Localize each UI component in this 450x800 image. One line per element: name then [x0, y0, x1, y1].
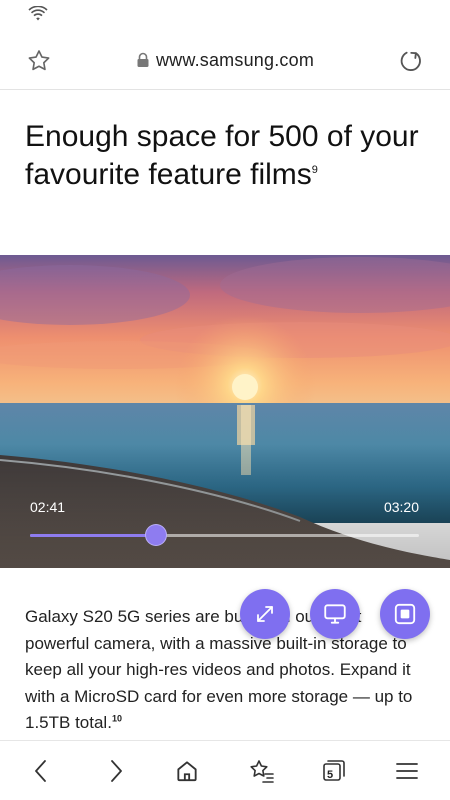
- wifi-icon: [28, 6, 48, 21]
- star-icon: [28, 50, 50, 71]
- article-body: Galaxy S20 5G series are built with our …: [25, 604, 430, 737]
- sunset-video-frame: [0, 255, 450, 568]
- video-total-time: 03:20: [383, 499, 419, 515]
- body-footnote[interactable]: 10: [112, 713, 122, 723]
- forward-icon: [111, 760, 122, 782]
- screen-mirror-icon: [324, 604, 346, 624]
- popup-player-icon: [394, 603, 416, 625]
- tabs-count: 5: [326, 769, 334, 781]
- popup-player-button[interactable]: [380, 589, 430, 639]
- status-bar: [0, 0, 450, 30]
- address-bar: www.samsung.com: [0, 30, 450, 90]
- url-field[interactable]: www.samsung.com: [100, 47, 350, 73]
- lock-icon: [137, 52, 149, 67]
- tabs-button[interactable]: 5: [316, 755, 350, 787]
- url-text: www.samsung.com: [155, 49, 315, 70]
- screen-mirror-button[interactable]: [310, 589, 360, 639]
- menu-button[interactable]: [390, 755, 424, 787]
- home-button[interactable]: [170, 755, 204, 787]
- home-icon: [177, 761, 197, 782]
- fullscreen-button[interactable]: [240, 589, 290, 639]
- expand-icon: [257, 606, 273, 622]
- video-progress-fill: [30, 534, 157, 537]
- back-button[interactable]: [24, 755, 58, 787]
- video-player[interactable]: 02:41 03:20: [0, 255, 450, 568]
- bookmarks-button[interactable]: [245, 755, 279, 787]
- bottom-navigation: 5: [0, 740, 450, 800]
- forward-button[interactable]: [99, 755, 133, 787]
- bookmark-star-button[interactable]: [24, 46, 54, 76]
- page-headline: Enough space for 500 of your favourite f…: [25, 118, 425, 194]
- bookmarks-icon: [250, 760, 274, 783]
- headline-text: Enough space for 500 of your favourite f…: [25, 120, 419, 191]
- menu-icon: [396, 763, 418, 779]
- headline-footnote[interactable]: 9: [312, 164, 318, 176]
- video-seek-bar[interactable]: [30, 524, 419, 546]
- video-current-time: 02:41: [30, 499, 66, 515]
- reload-icon: [400, 51, 421, 71]
- reload-button[interactable]: [396, 46, 426, 76]
- back-icon: [35, 760, 46, 782]
